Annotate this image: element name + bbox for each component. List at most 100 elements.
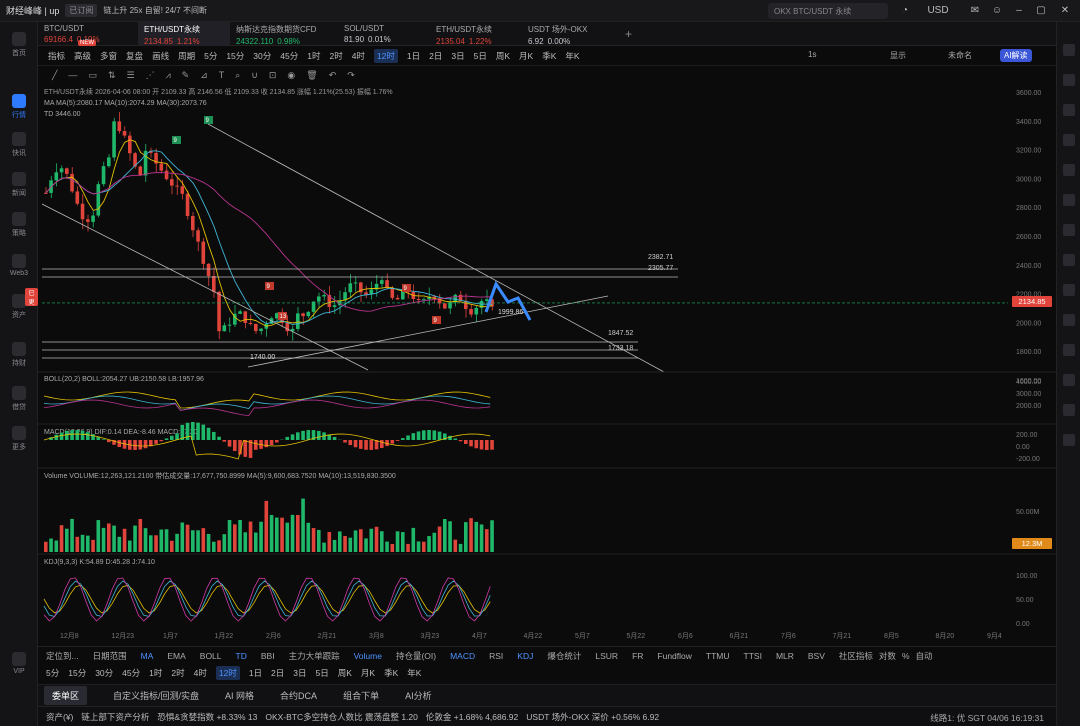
toolbar-item[interactable]: 2时 — [329, 50, 342, 62]
indicator-toggle[interactable]: Fundflow — [657, 651, 692, 661]
status-item[interactable]: USDT 场外-OKX 深价 +0.56% 6.92 — [526, 711, 659, 723]
bottom-left-tool[interactable]: 定位到... — [46, 650, 79, 662]
right-tool-icon[interactable] — [1063, 134, 1075, 146]
sidebar-item-10[interactable]: VIP — [0, 652, 38, 675]
bottom-tab[interactable]: AI分析 — [405, 689, 432, 702]
toolbar-right-item[interactable]: 未命名 — [948, 50, 972, 61]
toolbar-item[interactable]: 年K — [565, 50, 579, 62]
eye-icon[interactable]: ◉ — [287, 70, 295, 81]
period-button[interactable]: 年K — [407, 667, 421, 679]
sidebar-item-8[interactable]: 借贷 — [0, 386, 38, 412]
channel-icon[interactable]: ⇅ — [108, 70, 116, 81]
text-icon[interactable]: T — [219, 70, 225, 80]
sidebar-item-4[interactable]: 策略 — [0, 212, 38, 238]
symbol-tab[interactable]: ETH/USDT永续 2134.85 1.21% — [138, 22, 230, 46]
right-tool-icon[interactable] — [1063, 164, 1075, 176]
symbol-tab[interactable]: 纳斯达克指数期货CFD 24322.110 0.98% — [230, 22, 338, 46]
redo-icon[interactable]: ↷ — [347, 70, 355, 81]
right-tool-icon[interactable] — [1063, 404, 1075, 416]
indicator-toggle[interactable]: TTMU — [706, 651, 730, 661]
toolbar-item[interactable]: 1时 — [307, 50, 320, 62]
period-button[interactable]: 45分 — [122, 667, 140, 679]
toolbar-item[interactable]: 画线 — [152, 50, 169, 62]
maximize-icon[interactable]: ▢ — [1034, 4, 1048, 18]
right-tool-icon[interactable] — [1063, 194, 1075, 206]
bottom-left-tool[interactable]: 日期范围 — [93, 650, 127, 662]
sidebar-item-3[interactable]: 新闻 — [0, 172, 38, 198]
indicator-toggle[interactable]: RSI — [489, 651, 503, 661]
indicator-toggle[interactable]: 主力大单跟踪 — [289, 650, 340, 662]
right-tool-icon[interactable] — [1063, 224, 1075, 236]
indicator-toggle[interactable]: 爆仓统计 — [547, 650, 581, 662]
status-item[interactable]: 恐惧&贪婪指数 +8.33% 13 — [157, 711, 257, 723]
sidebar-item-1[interactable]: 行情 — [0, 94, 38, 120]
indicator-toggle[interactable]: 持仓量(OI) — [396, 650, 436, 662]
period-button[interactable]: 1日 — [249, 667, 262, 679]
toolbar-item[interactable]: 月K — [519, 50, 533, 62]
period-button[interactable]: 4时 — [194, 667, 207, 679]
right-tool-icon[interactable] — [1063, 434, 1075, 446]
toolbar-item[interactable]: 4时 — [352, 50, 365, 62]
toolbar-item[interactable]: 多窗 — [100, 50, 117, 62]
chart-area[interactable]: ETH/USDT永续 2026-04-06 08:00 开 2109.33 高 … — [38, 84, 1056, 644]
bottom-tab[interactable]: 组合下单 — [343, 689, 379, 702]
period-button[interactable]: 3日 — [293, 667, 306, 679]
toolbar-item[interactable]: 季K — [542, 50, 556, 62]
fib-icon[interactable]: ☰ — [126, 70, 134, 81]
lock-icon[interactable]: ⊡ — [269, 70, 277, 81]
status-item[interactable]: 伦敦金 +1.68% 4,686.92 — [426, 711, 518, 723]
toolbar-item[interactable]: 45分 — [280, 50, 298, 62]
zoom-icon[interactable]: ⌕ — [235, 70, 240, 81]
pitch-icon[interactable]: ⋰ — [146, 70, 155, 81]
news-ticker[interactable]: 链上升 25x 自留! 24/7 不间断 — [103, 5, 207, 16]
toolbar-item[interactable]: 周期 — [178, 50, 195, 62]
measure-icon[interactable]: ⊿ — [200, 70, 208, 81]
indicator-toggle[interactable]: MLR — [776, 651, 794, 661]
close-icon[interactable]: ✕ — [1058, 4, 1072, 18]
symbol-tab[interactable]: SOL/USDT 81.90 0.01% — [338, 22, 430, 46]
user-icon[interactable]: ☺ — [990, 4, 1004, 18]
bottom-right-tool[interactable]: 自动 — [916, 650, 933, 662]
status-item[interactable]: 链上部下资产分析 — [81, 711, 149, 723]
period-button[interactable]: 2日 — [271, 667, 284, 679]
bottom-tab[interactable]: AI 网格 — [225, 689, 254, 702]
right-tool-icon[interactable] — [1063, 284, 1075, 296]
sidebar-item-2[interactable]: 快讯 — [0, 132, 38, 158]
indicator-toggle[interactable]: BOLL — [200, 651, 222, 661]
toolbar-item[interactable]: 指标 — [48, 50, 65, 62]
right-tool-icon[interactable] — [1063, 74, 1075, 86]
indicator-toggle[interactable]: TD — [236, 651, 247, 661]
status-item[interactable]: 资产(¥) — [46, 711, 73, 723]
toolbar-item[interactable]: 复盘 — [126, 50, 143, 62]
toolbar-item[interactable]: 15分 — [226, 50, 244, 62]
ray-icon[interactable]: — — [68, 70, 77, 80]
minimize-icon[interactable]: – — [1012, 4, 1026, 18]
right-tool-icon[interactable] — [1063, 374, 1075, 386]
symbol-tab[interactable]: USDT 场外-OKX 6.92 0.00% — [522, 22, 632, 46]
right-tool-icon[interactable] — [1063, 314, 1075, 326]
status-item[interactable]: OKX-BTC多空持仓人数比 震荡盘整 1.20 — [265, 711, 418, 723]
bottom-right-tool[interactable]: % — [902, 651, 910, 661]
toolbar-item[interactable]: 30分 — [253, 50, 271, 62]
currency-select[interactable]: USD — [926, 4, 950, 18]
toolbar-item[interactable]: 2日 — [429, 50, 442, 62]
toolbar-item[interactable]: 周K — [496, 50, 510, 62]
rect-icon[interactable]: ▭ — [88, 70, 97, 81]
period-button[interactable]: 1时 — [149, 667, 162, 679]
indicator-toggle[interactable]: KDJ — [517, 651, 533, 661]
sidebar-item-9[interactable]: 更多 — [0, 426, 38, 452]
pattern-icon[interactable]: ⩘ — [166, 70, 171, 81]
period-button[interactable]: 12时 — [215, 666, 240, 680]
ai-interpret-button[interactable]: AI解读 — [1000, 49, 1032, 62]
period-button[interactable]: 15分 — [68, 667, 86, 679]
right-tool-icon[interactable] — [1063, 104, 1075, 116]
indicator-toggle[interactable]: Volume — [354, 651, 382, 661]
add-tab-icon[interactable]: + — [625, 27, 632, 41]
toolbar-item[interactable]: 3日 — [451, 50, 464, 62]
bell-icon[interactable]: ◔ — [898, 4, 912, 18]
bottom-tab[interactable]: 合约DCA — [280, 689, 317, 702]
indicator-toggle[interactable]: MA — [141, 651, 154, 661]
toolbar-item[interactable]: 5日 — [474, 50, 487, 62]
bottom-right-tool[interactable]: 对数 — [879, 650, 896, 662]
toolbar-right-item[interactable]: 显示 — [890, 50, 906, 61]
